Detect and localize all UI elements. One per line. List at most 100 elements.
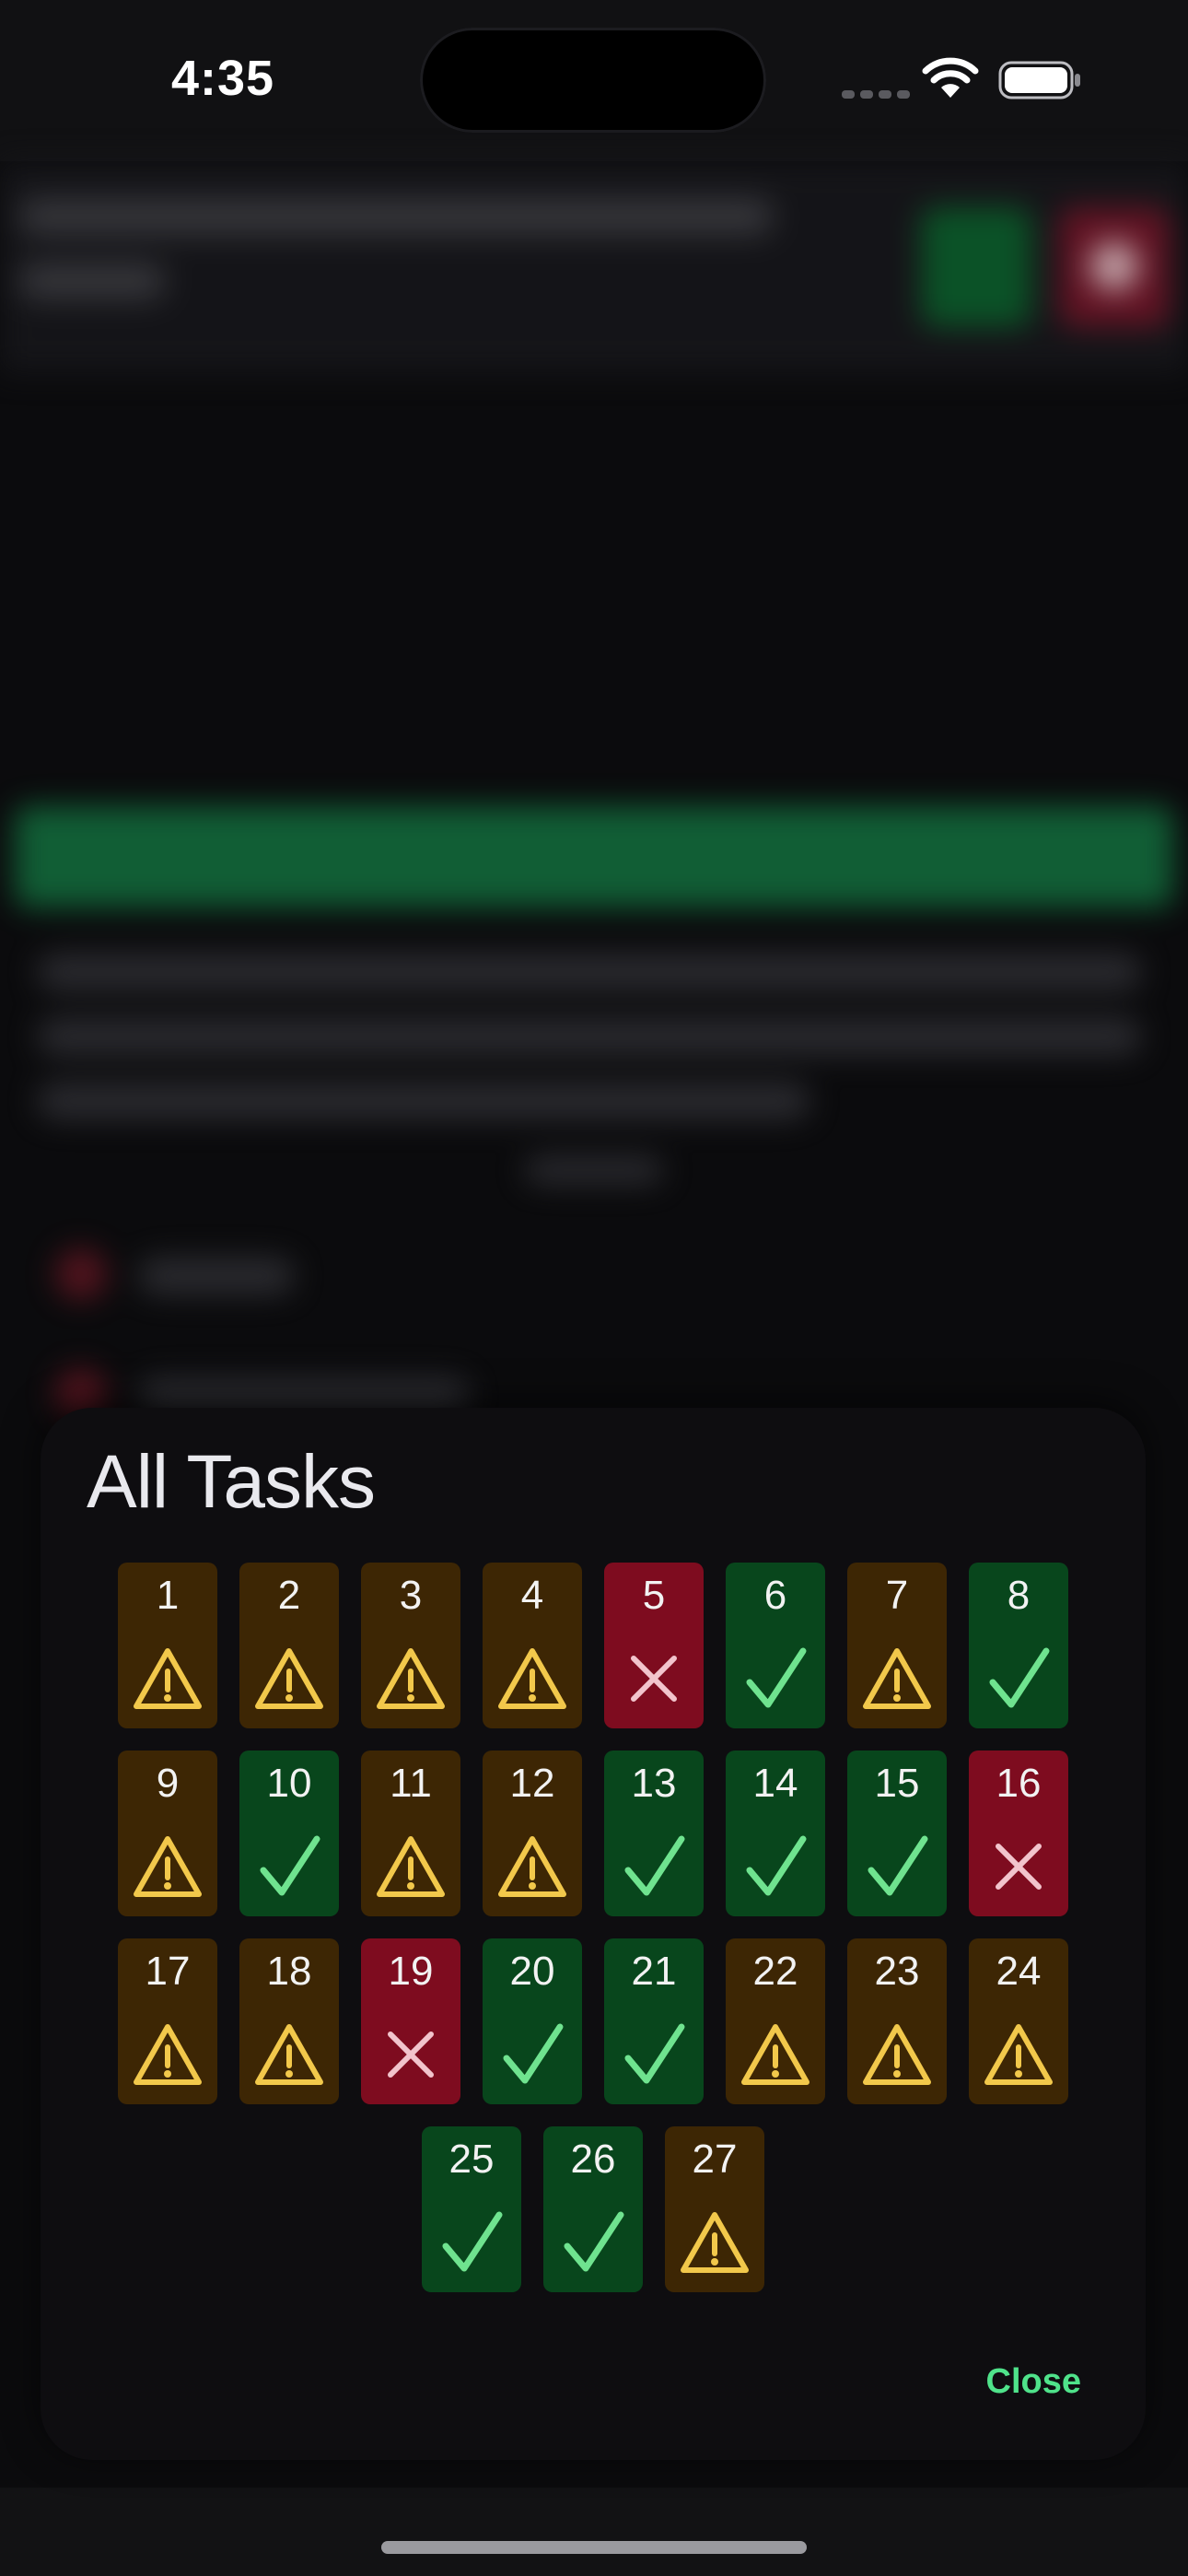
task-tile-11[interactable]: 11	[361, 1751, 460, 1916]
task-row: 25 26 27	[41, 2126, 1146, 2292]
task-number: 21	[631, 1949, 677, 1994]
task-tile-6[interactable]: 6	[726, 1563, 825, 1728]
background-green-bar	[15, 806, 1173, 907]
task-number: 1	[156, 1573, 180, 1618]
task-number: 26	[570, 2137, 616, 2182]
task-number: 2	[277, 1573, 301, 1618]
task-number: 18	[266, 1949, 312, 1994]
warning-triangle-icon	[863, 2024, 931, 2085]
task-tile-22[interactable]: 22	[726, 1938, 825, 2104]
warning-triangle-icon	[134, 2024, 202, 2085]
checkmark-icon	[746, 1647, 807, 1708]
task-number: 5	[642, 1573, 666, 1618]
task-tile-9[interactable]: 9	[118, 1751, 217, 1916]
task-number: 6	[763, 1573, 787, 1618]
task-number: 17	[145, 1949, 191, 1994]
task-number: 3	[399, 1573, 423, 1618]
task-number: 22	[752, 1949, 798, 1994]
task-number: 16	[996, 1761, 1042, 1806]
task-tile-18[interactable]: 18	[239, 1938, 339, 2104]
x-mark-icon	[631, 1656, 677, 1702]
task-tile-7[interactable]: 7	[847, 1563, 947, 1728]
task-tile-13[interactable]: 13	[604, 1751, 704, 1916]
task-number: 10	[266, 1761, 312, 1806]
task-tile-21[interactable]: 21	[604, 1938, 704, 2104]
task-tile-24[interactable]: 24	[969, 1938, 1068, 2104]
task-tile-3[interactable]: 3	[361, 1563, 460, 1728]
close-button[interactable]: Close	[986, 2362, 1081, 2402]
x-mark-icon	[388, 2032, 434, 2078]
task-tile-15[interactable]: 15	[847, 1751, 947, 1916]
task-number: 12	[509, 1761, 555, 1806]
task-row: 9 10 11 12 13 14 15 16	[41, 1751, 1146, 1916]
warning-triangle-icon	[681, 2212, 749, 2273]
task-number: 7	[885, 1573, 909, 1618]
task-tile-27[interactable]: 27	[665, 2126, 764, 2292]
task-tile-8[interactable]: 8	[969, 1563, 1068, 1728]
task-row: 17 18 19 20 21 22 23 24	[41, 1938, 1146, 2104]
task-number: 15	[874, 1761, 920, 1806]
wifi-icon	[922, 57, 979, 98]
task-row: 1 2 3 4 5 6 7 8	[41, 1563, 1146, 1728]
checkmark-icon	[624, 1835, 685, 1896]
task-tile-17[interactable]: 17	[118, 1938, 217, 2104]
warning-triangle-icon	[741, 2024, 809, 2085]
task-tile-1[interactable]: 1	[118, 1563, 217, 1728]
task-number: 25	[448, 2137, 495, 2182]
task-tile-26[interactable]: 26	[543, 2126, 643, 2292]
background-green-button	[921, 207, 1031, 327]
task-tile-2[interactable]: 2	[239, 1563, 339, 1728]
home-indicator[interactable]	[381, 2541, 807, 2554]
checkmark-icon	[442, 2211, 503, 2272]
warning-triangle-icon	[377, 1836, 445, 1897]
task-number: 11	[390, 1761, 432, 1806]
checkmark-icon	[989, 1647, 1050, 1708]
warning-triangle-icon	[863, 1648, 931, 1709]
task-number: 13	[631, 1761, 677, 1806]
checkmark-icon	[260, 1835, 320, 1896]
task-tile-14[interactable]: 14	[726, 1751, 825, 1916]
task-number: 27	[692, 2137, 738, 2182]
warning-triangle-icon	[134, 1648, 202, 1709]
task-number: 9	[156, 1761, 180, 1806]
warning-triangle-icon	[255, 2024, 323, 2085]
task-tile-25[interactable]: 25	[422, 2126, 521, 2292]
battery-icon	[998, 61, 1080, 100]
background-red-button	[1059, 207, 1170, 327]
task-tile-12[interactable]: 12	[483, 1751, 582, 1916]
warning-triangle-icon	[134, 1836, 202, 1897]
status-time: 4:35	[171, 51, 275, 106]
warning-triangle-icon	[377, 1648, 445, 1709]
task-tile-20[interactable]: 20	[483, 1938, 582, 2104]
sheet-title: All Tasks	[87, 1440, 376, 1524]
home-indicator-area	[0, 2488, 1188, 2576]
status-bar: 4:35	[0, 0, 1188, 161]
checkmark-icon	[868, 1835, 928, 1896]
task-number: 8	[1007, 1573, 1031, 1618]
task-number: 19	[388, 1949, 434, 1994]
dynamic-island	[420, 28, 766, 133]
x-mark-icon	[996, 1844, 1042, 1890]
task-tile-10[interactable]: 10	[239, 1751, 339, 1916]
task-tile-4[interactable]: 4	[483, 1563, 582, 1728]
all-tasks-sheet: All Tasks 1 2 3 4 5 6 7 8 9 10 11 12 13 14…	[41, 1408, 1146, 2460]
task-tile-19[interactable]: 19	[361, 1938, 460, 2104]
warning-triangle-icon	[498, 1648, 566, 1709]
task-tile-23[interactable]: 23	[847, 1938, 947, 2104]
background-header	[0, 161, 1188, 373]
warning-triangle-icon	[498, 1836, 566, 1897]
checkmark-icon	[564, 2211, 624, 2272]
checkmark-icon	[624, 2023, 685, 2084]
checkmark-icon	[503, 2023, 564, 2084]
warning-triangle-icon	[255, 1648, 323, 1709]
task-number: 14	[752, 1761, 798, 1806]
task-number: 4	[520, 1573, 544, 1618]
task-number: 23	[874, 1949, 920, 1994]
checkmark-icon	[746, 1835, 807, 1896]
task-tile-5[interactable]: 5	[604, 1563, 704, 1728]
warning-triangle-icon	[984, 2024, 1053, 2085]
task-number: 20	[509, 1949, 555, 1994]
cellular-signal-icon	[842, 87, 915, 103]
task-number: 24	[996, 1949, 1042, 1994]
task-tile-16[interactable]: 16	[969, 1751, 1068, 1916]
